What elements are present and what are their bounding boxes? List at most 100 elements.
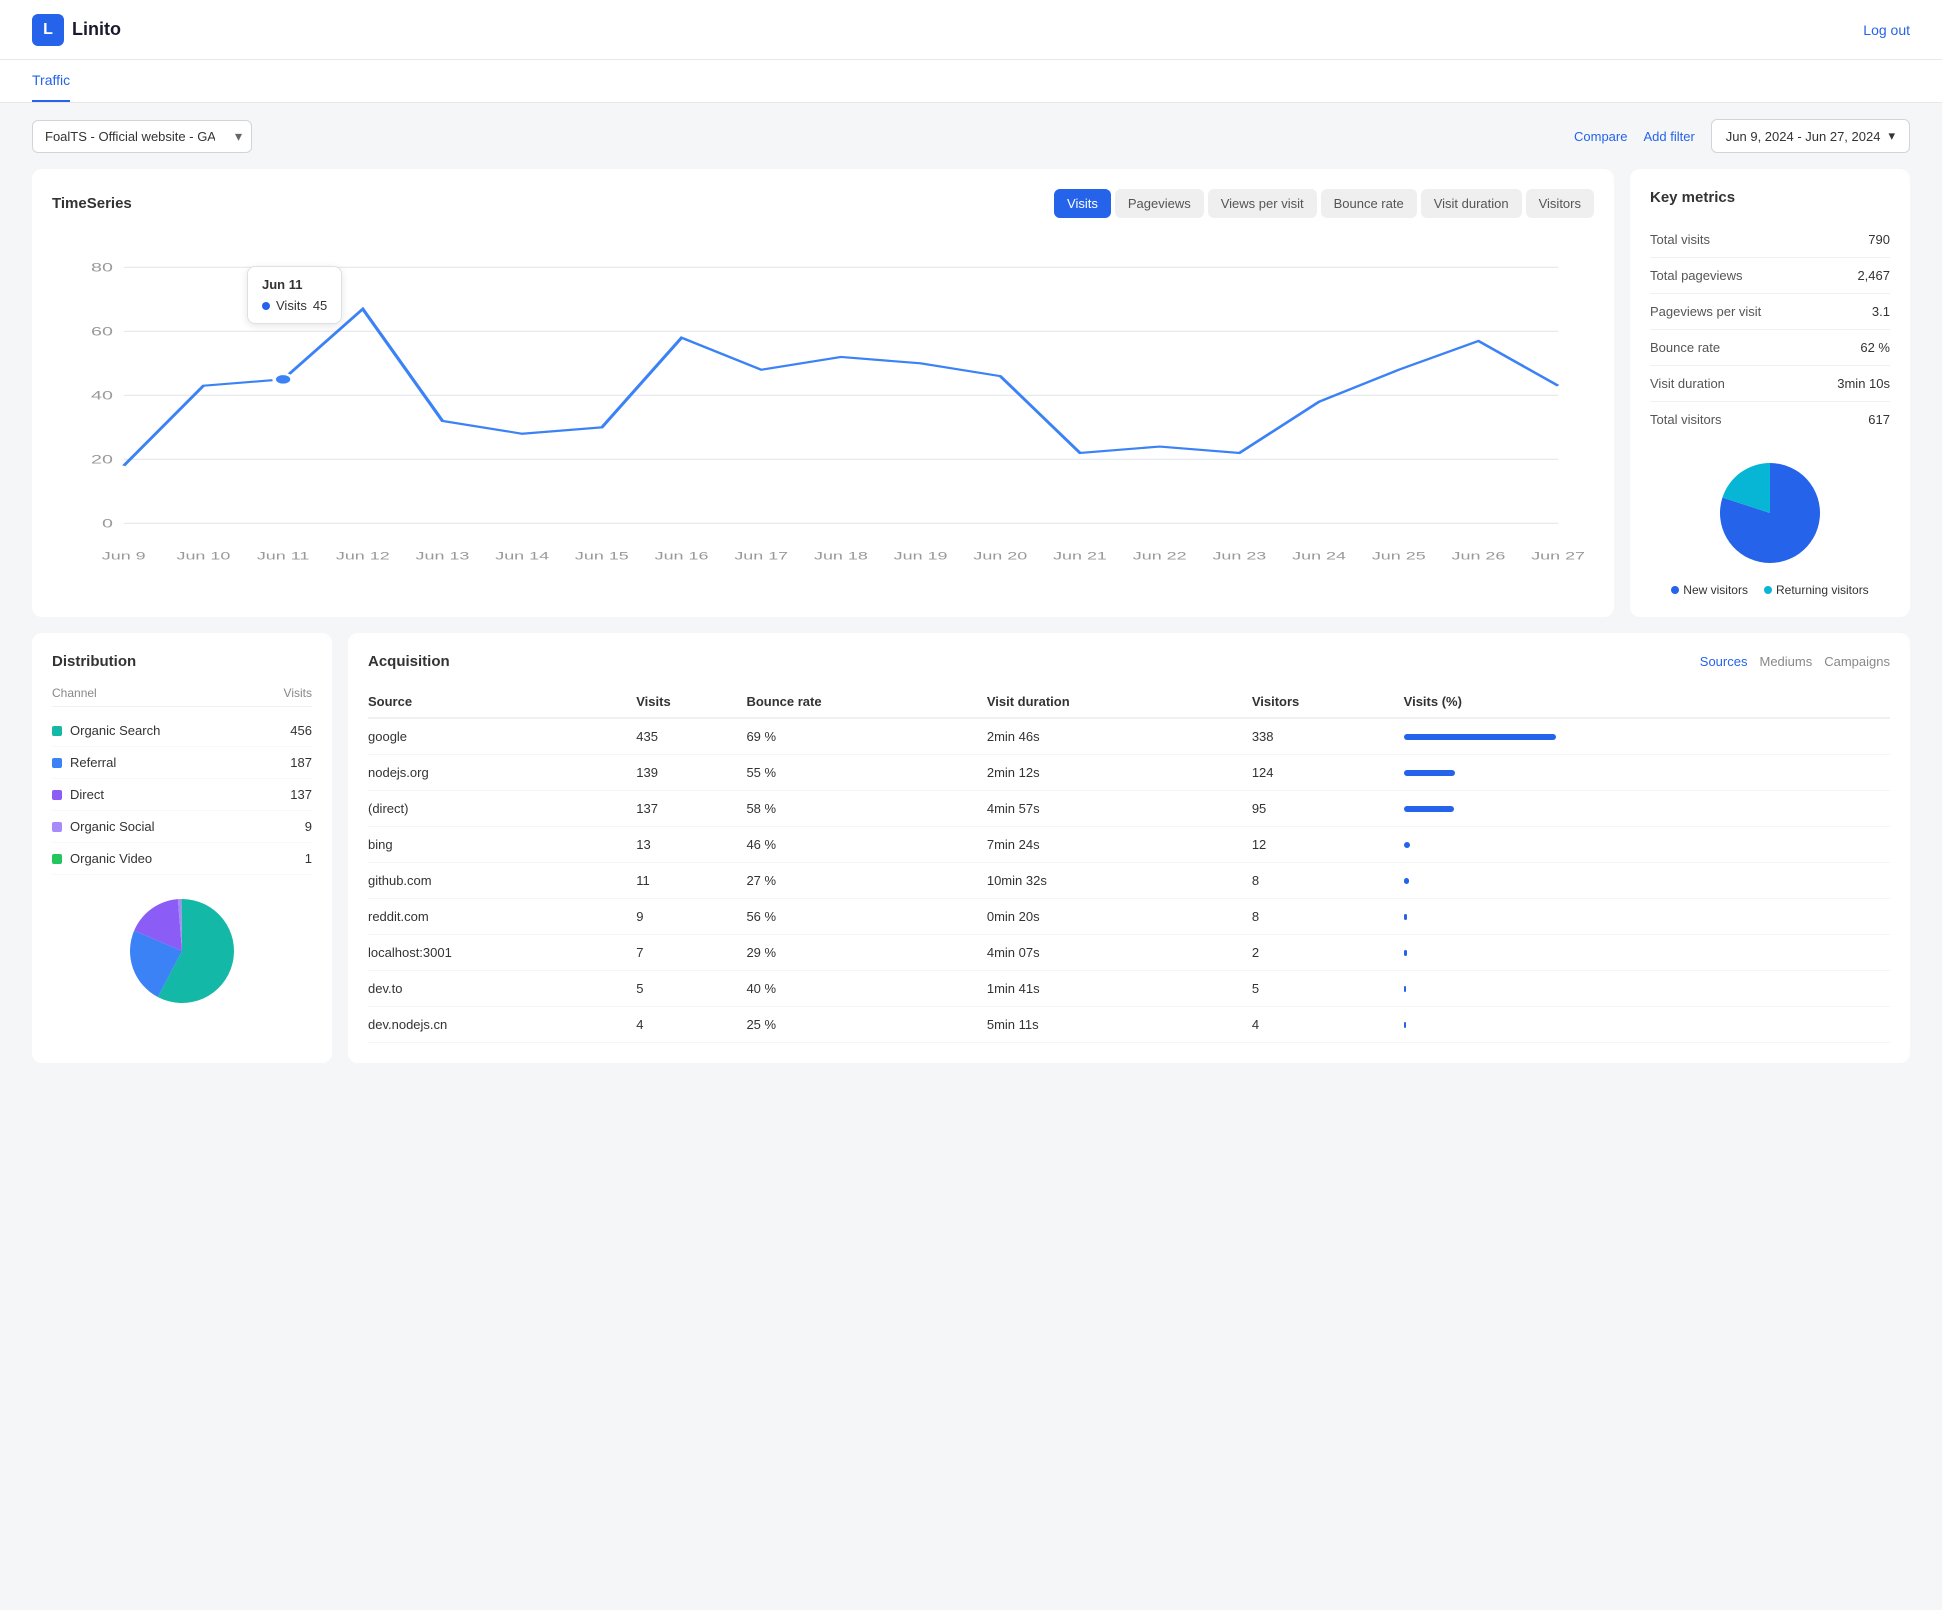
chart-area: Jun 11 Visits 45 020406080Jun 9Jun 10Jun…: [52, 246, 1594, 566]
acq-col-visits: Visits: [636, 686, 746, 718]
acq-visits: 435: [636, 718, 746, 755]
timeseries-tab-pageviews[interactable]: Pageviews: [1115, 189, 1204, 218]
header: L Linito Log out: [0, 0, 1942, 60]
acq-visitors: 8: [1252, 899, 1404, 935]
timeseries-tab-visits[interactable]: Visits: [1054, 189, 1111, 218]
metric-row: Visit duration3min 10s: [1650, 366, 1890, 402]
acq-visits-pct: [1404, 718, 1890, 755]
svg-text:Jun 17: Jun 17: [734, 551, 788, 563]
tooltip-dot: [262, 302, 270, 310]
acq-visits-pct: [1404, 755, 1890, 791]
acq-source: dev.nodejs.cn: [368, 1007, 636, 1043]
acq-col-bounce-rate: Bounce rate: [746, 686, 986, 718]
acquisition-title: Acquisition: [368, 653, 450, 670]
main-content: TimeSeries VisitsPageviewsViews per visi…: [0, 169, 1942, 1095]
date-range-button[interactable]: Jun 9, 2024 - Jun 27, 2024 ▾: [1711, 119, 1910, 153]
channel-visits: 137: [290, 787, 312, 802]
acquisition-tabs: Sources Mediums Campaigns: [1700, 654, 1890, 669]
acq-visits-pct: [1404, 899, 1890, 935]
svg-text:0: 0: [102, 517, 113, 530]
traffic-tab[interactable]: Traffic: [32, 60, 70, 102]
svg-text:Jun 18: Jun 18: [814, 551, 868, 563]
acq-visitors: 5: [1252, 971, 1404, 1007]
acq-bounce: 56 %: [746, 899, 986, 935]
acq-source: nodejs.org: [368, 755, 636, 791]
acq-bounce: 27 %: [746, 863, 986, 899]
acquisition-tab-campaigns[interactable]: Campaigns: [1824, 654, 1890, 669]
tooltip-date: Jun 11: [262, 277, 327, 292]
timeseries-tab-bounce-rate[interactable]: Bounce rate: [1321, 189, 1417, 218]
legend-item: Returning visitors: [1764, 583, 1869, 597]
metric-row: Bounce rate62 %: [1650, 330, 1890, 366]
channel-label: Organic Social: [52, 819, 155, 834]
channel-color-dot: [52, 822, 62, 832]
acq-col-visit-duration: Visit duration: [987, 686, 1252, 718]
channel-visits: 9: [305, 819, 312, 834]
acq-visits: 7: [636, 935, 746, 971]
svg-text:Jun 15: Jun 15: [575, 551, 629, 563]
acq-duration: 0min 20s: [987, 899, 1252, 935]
key-metrics-card: Key metrics Total visits790Total pagevie…: [1630, 169, 1910, 617]
acq-col-visits-(%): Visits (%): [1404, 686, 1890, 718]
svg-text:Jun 25: Jun 25: [1372, 551, 1426, 563]
channel-visits: 1: [305, 851, 312, 866]
property-selector[interactable]: FoalTS - Official website - GA4 ▾: [32, 120, 252, 153]
timeseries-tab-visitors[interactable]: Visitors: [1526, 189, 1594, 218]
metric-value: 617: [1868, 412, 1890, 427]
nav-bar: Traffic: [0, 60, 1942, 103]
timeseries-title: TimeSeries: [52, 195, 132, 212]
acquisition-tab-mediums[interactable]: Mediums: [1759, 654, 1812, 669]
logout-button[interactable]: Log out: [1863, 22, 1910, 38]
channel-label: Organic Video: [52, 851, 152, 866]
timeseries-tabs: VisitsPageviewsViews per visitBounce rat…: [1054, 189, 1594, 218]
acquisition-row: localhost:3001 7 29 % 4min 07s 2: [368, 935, 1890, 971]
channel-color-dot: [52, 758, 62, 768]
acq-visitors: 2: [1252, 935, 1404, 971]
distribution-header: Channel Visits: [52, 686, 312, 707]
svg-text:60: 60: [91, 325, 113, 338]
distribution-row: Organic Social 9: [52, 811, 312, 843]
metric-value: 3.1: [1872, 304, 1890, 319]
legend-item: New visitors: [1671, 583, 1748, 597]
distribution-pie-chart: [122, 891, 242, 1011]
metric-label: Pageviews per visit: [1650, 304, 1761, 319]
toolbar-right: Compare Add filter Jun 9, 2024 - Jun 27,…: [1574, 119, 1910, 153]
chevron-down-icon: ▾: [1888, 128, 1895, 144]
timeseries-tab-visit-duration[interactable]: Visit duration: [1421, 189, 1522, 218]
acq-duration: 7min 24s: [987, 827, 1252, 863]
property-select[interactable]: FoalTS - Official website - GA4: [32, 120, 252, 153]
acq-col-source: Source: [368, 686, 636, 718]
svg-text:Jun 10: Jun 10: [176, 551, 230, 563]
svg-text:Jun 11: Jun 11: [257, 551, 310, 563]
acq-duration: 4min 07s: [987, 935, 1252, 971]
acquisition-row: nodejs.org 139 55 % 2min 12s 124: [368, 755, 1890, 791]
acq-visitors: 338: [1252, 718, 1404, 755]
metric-value: 790: [1868, 232, 1890, 247]
compare-button[interactable]: Compare: [1574, 129, 1627, 144]
timeseries-tab-views-per-visit[interactable]: Views per visit: [1208, 189, 1317, 218]
acq-visits-pct: [1404, 791, 1890, 827]
acq-visitors: 12: [1252, 827, 1404, 863]
acq-source: dev.to: [368, 971, 636, 1007]
add-filter-button[interactable]: Add filter: [1643, 129, 1694, 144]
svg-text:Jun 9: Jun 9: [102, 551, 146, 563]
pie-legend: New visitors Returning visitors: [1671, 583, 1868, 597]
app-name: Linito: [72, 19, 121, 40]
acq-visits: 11: [636, 863, 746, 899]
acq-visits-pct: [1404, 827, 1890, 863]
channel-name: Organic Video: [70, 851, 152, 866]
channel-label: Direct: [52, 787, 104, 802]
acquisition-table: SourceVisitsBounce rateVisit durationVis…: [368, 686, 1890, 1043]
acquisition-row: dev.nodejs.cn 4 25 % 5min 11s 4: [368, 1007, 1890, 1043]
acq-bounce: 55 %: [746, 755, 986, 791]
acq-visits-pct: [1404, 1007, 1890, 1043]
svg-text:Jun 19: Jun 19: [894, 551, 948, 563]
acq-duration: 2min 12s: [987, 755, 1252, 791]
channel-label: Referral: [52, 755, 116, 770]
metric-label: Total visitors: [1650, 412, 1722, 427]
acquisition-row: reddit.com 9 56 % 0min 20s 8: [368, 899, 1890, 935]
date-range-label: Jun 9, 2024 - Jun 27, 2024: [1726, 129, 1881, 144]
logo-area: L Linito: [32, 14, 121, 46]
acq-col-visitors: Visitors: [1252, 686, 1404, 718]
acquisition-tab-sources[interactable]: Sources: [1700, 654, 1748, 669]
